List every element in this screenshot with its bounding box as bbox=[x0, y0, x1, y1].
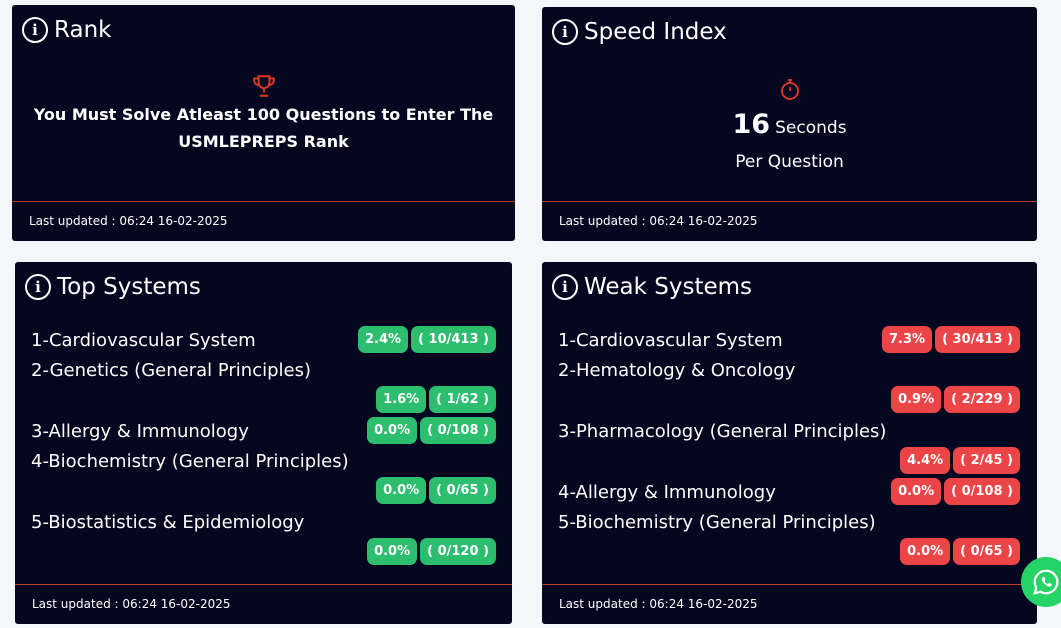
top-systems-card: i Top Systems 1-Cardiovascular System 2.… bbox=[15, 262, 512, 624]
speed-per-question: Per Question bbox=[735, 152, 844, 172]
percent-badge: 7.3% bbox=[882, 326, 933, 353]
speed-card-title: i Speed Index bbox=[552, 19, 727, 45]
count-badge: ( 0/65 ) bbox=[429, 477, 496, 504]
percent-badge: 0.0% bbox=[367, 538, 418, 565]
top-systems-title-text: Top Systems bbox=[57, 274, 201, 300]
top-systems-title: i Top Systems bbox=[25, 274, 201, 300]
speed-value: 16 Seconds bbox=[542, 109, 1037, 140]
count-badge: ( 0/120 ) bbox=[420, 538, 496, 565]
system-stats: 0.0% ( 0/120 ) bbox=[367, 538, 496, 565]
system-stats: 0.0% ( 0/65 ) bbox=[376, 477, 496, 504]
system-stats: 1.6% ( 1/62 ) bbox=[376, 386, 496, 413]
system-name: 3-Pharmacology (General Principles) bbox=[558, 421, 887, 442]
info-icon[interactable]: i bbox=[25, 274, 51, 300]
rank-title-text: Rank bbox=[54, 17, 112, 43]
count-badge: ( 1/62 ) bbox=[429, 386, 496, 413]
count-badge: ( 2/45 ) bbox=[953, 447, 1020, 474]
list-item: 2-Genetics (General Principles) 1.6% ( 1… bbox=[31, 356, 496, 417]
percent-badge: 0.9% bbox=[891, 386, 942, 413]
percent-badge: 0.0% bbox=[376, 477, 427, 504]
speed-title-text: Speed Index bbox=[584, 19, 727, 45]
list-item: 2-Hematology & Oncology 0.9% ( 2/229 ) bbox=[558, 356, 1020, 417]
list-item: 1-Cardiovascular System 7.3% ( 30/413 ) bbox=[558, 326, 1020, 356]
count-badge: ( 0/65 ) bbox=[953, 538, 1020, 565]
rank-message-line-1: You Must Solve Atleast 100 Questions to … bbox=[33, 105, 494, 124]
percent-badge: 0.0% bbox=[900, 538, 951, 565]
system-name: 2-Genetics (General Principles) bbox=[31, 360, 311, 381]
speed-unit: Seconds bbox=[775, 118, 847, 138]
list-item: 5-Biochemistry (General Principles) 0.0%… bbox=[558, 508, 1020, 569]
rank-message-line-2: USMLEPREPS Rank bbox=[178, 132, 349, 151]
list-item: 3-Allergy & Immunology 0.0% ( 0/108 ) bbox=[31, 417, 496, 447]
count-badge: ( 0/108 ) bbox=[944, 478, 1020, 505]
percent-badge: 4.4% bbox=[900, 447, 951, 474]
system-name: 4-Biochemistry (General Principles) bbox=[31, 451, 349, 472]
count-badge: ( 0/108 ) bbox=[420, 417, 496, 444]
percent-badge: 0.0% bbox=[367, 417, 418, 444]
weak-systems-title: i Weak Systems bbox=[552, 274, 752, 300]
system-stats: 2.4% ( 10/413 ) bbox=[358, 326, 496, 353]
last-updated: Last updated : 06:24 16-02-2025 bbox=[542, 584, 1037, 624]
info-icon[interactable]: i bbox=[22, 17, 48, 43]
list-item: 5-Biostatistics & Epidemiology 0.0% ( 0/… bbox=[31, 508, 496, 569]
percent-badge: 2.4% bbox=[358, 326, 409, 353]
list-item: 4-Biochemistry (General Principles) 0.0%… bbox=[31, 447, 496, 508]
rank-card: i Rank You Must Solve Atleast 100 Questi… bbox=[12, 5, 515, 241]
system-name: 5-Biochemistry (General Principles) bbox=[558, 512, 876, 533]
last-updated: Last updated : 06:24 16-02-2025 bbox=[542, 201, 1037, 241]
whatsapp-icon bbox=[1033, 569, 1059, 595]
percent-badge: 1.6% bbox=[376, 386, 427, 413]
last-updated: Last updated : 06:24 16-02-2025 bbox=[15, 584, 512, 624]
system-stats: 7.3% ( 30/413 ) bbox=[882, 326, 1020, 353]
list-item: 1-Cardiovascular System 2.4% ( 10/413 ) bbox=[31, 326, 496, 356]
weak-systems-title-text: Weak Systems bbox=[584, 274, 753, 300]
system-stats: 0.0% ( 0/108 ) bbox=[891, 478, 1020, 505]
count-badge: ( 10/413 ) bbox=[411, 326, 496, 353]
percent-badge: 0.0% bbox=[891, 478, 942, 505]
trophy-icon bbox=[252, 75, 275, 97]
system-stats: 0.0% ( 0/65 ) bbox=[900, 538, 1020, 565]
top-systems-list: 1-Cardiovascular System 2.4% ( 10/413 ) … bbox=[31, 326, 496, 569]
speed-number: 16 bbox=[732, 109, 771, 140]
list-item: 3-Pharmacology (General Principles) 4.4%… bbox=[558, 417, 1020, 478]
system-stats: 0.9% ( 2/229 ) bbox=[891, 386, 1020, 413]
rank-card-title: i Rank bbox=[22, 17, 111, 43]
count-badge: ( 2/229 ) bbox=[944, 386, 1020, 413]
system-stats: 0.0% ( 0/108 ) bbox=[367, 417, 496, 444]
system-name: 2-Hematology & Oncology bbox=[558, 360, 796, 381]
weak-systems-card: i Weak Systems 1-Cardiovascular System 7… bbox=[542, 262, 1037, 624]
info-icon[interactable]: i bbox=[552, 19, 578, 45]
system-stats: 4.4% ( 2/45 ) bbox=[900, 447, 1020, 474]
speed-index-card: i Speed Index 16 Seconds Per Question La… bbox=[542, 7, 1037, 241]
rank-requirement-message: You Must Solve Atleast 100 Questions to … bbox=[12, 101, 515, 155]
stopwatch-icon bbox=[780, 79, 799, 100]
info-icon[interactable]: i bbox=[552, 274, 578, 300]
count-badge: ( 30/413 ) bbox=[935, 326, 1020, 353]
system-name: 5-Biostatistics & Epidemiology bbox=[31, 512, 305, 533]
weak-systems-list: 1-Cardiovascular System 7.3% ( 30/413 ) … bbox=[558, 326, 1020, 569]
list-item: 4-Allergy & Immunology 0.0% ( 0/108 ) bbox=[558, 478, 1020, 508]
last-updated: Last updated : 06:24 16-02-2025 bbox=[12, 201, 515, 241]
